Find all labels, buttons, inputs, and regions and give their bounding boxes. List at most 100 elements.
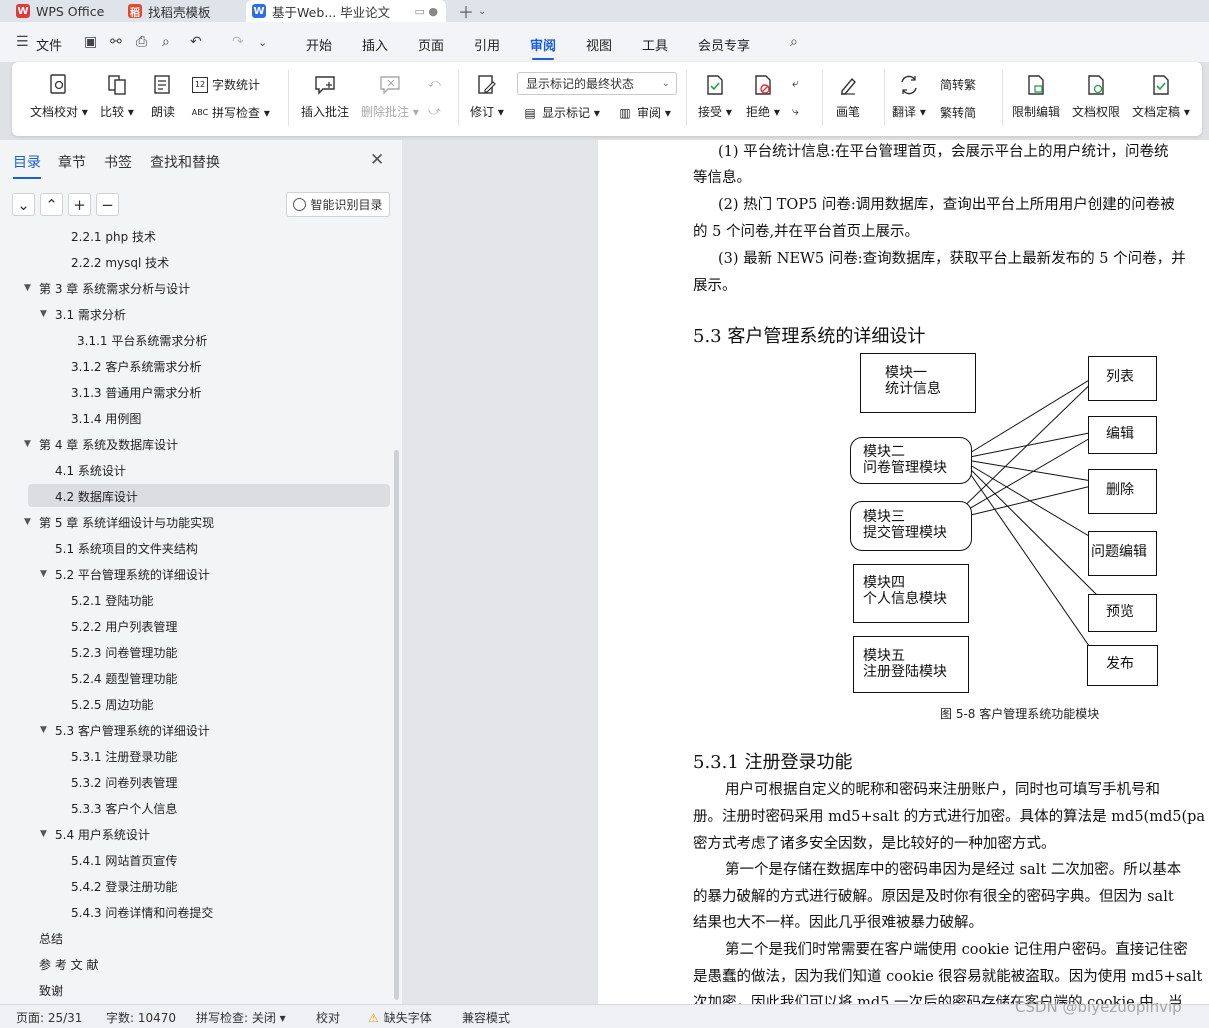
toc-item[interactable]: 3.1.2 客户系统需求分析 [71, 355, 201, 377]
expand-triangle-icon[interactable]: ▼ [24, 283, 31, 293]
accept-button[interactable]: 接受 ▾ [698, 72, 732, 120]
doc-finalize-button[interactable]: 文档定稿 ▾ [1132, 72, 1190, 120]
review-pane-button[interactable]: ▥ 审阅 ▾ [617, 104, 671, 121]
tab-template[interactable]: 稻 找稻壳模板 [122, 0, 240, 22]
toc-item[interactable]: 5.4.3 问卷详情和问卷提交 [71, 901, 213, 923]
to-traditional-button[interactable]: 简转繁 [940, 76, 976, 93]
toc-item[interactable]: 4.2 数据库设计 [55, 485, 138, 507]
search-icon[interactable]: ⌕ [790, 34, 798, 50]
toc-item[interactable]: ▼ 第 4 章 系统及数据库设计 [24, 433, 178, 455]
toc-item[interactable]: 3.1.3 普通用户需求分析 [71, 381, 201, 403]
spell-check-button[interactable]: ABC 拼写检查 ▾ [192, 104, 270, 121]
menu-file[interactable]: 文件 [36, 35, 62, 54]
toc-item[interactable]: 总结 [39, 927, 63, 949]
toc-item[interactable]: 5.2.3 问卷管理功能 [71, 641, 177, 663]
spell-check-status[interactable]: 拼写检查: 关闭 ▾ [196, 1009, 286, 1026]
insert-comment-button[interactable]: 插入批注 [301, 72, 349, 120]
toc-item[interactable]: ▼ 5.2 平台管理系统的详细设计 [40, 563, 210, 585]
show-markup-button[interactable]: ▤ 显示标记 ▾ [522, 104, 600, 121]
redo-icon[interactable]: ↷ [232, 34, 244, 50]
collapse-up-button[interactable]: ⌃ [40, 193, 63, 216]
to-simplified-button[interactable]: 繁转简 [940, 104, 976, 121]
toc-item[interactable]: ▼ 第 5 章 系统详细设计与功能实现 [24, 511, 214, 533]
restrict-edit-button[interactable]: 限制编辑 [1012, 72, 1060, 120]
menu-insert[interactable]: 插入 [362, 35, 388, 54]
tab-find-replace[interactable]: 查找和替换 [150, 152, 220, 172]
chevron-down-icon[interactable]: ⌄ [258, 36, 267, 49]
read-aloud-button[interactable]: 朗读 [151, 72, 175, 120]
tab-bookmarks[interactable]: 书签 [104, 152, 132, 172]
new-tab-button[interactable]: ＋ ⌄ [458, 0, 486, 22]
share-icon[interactable]: ⚯ [110, 34, 122, 50]
toc-item[interactable]: 5.2.4 题型管理功能 [71, 667, 177, 689]
next-change-icon[interactable]: ⤷ [792, 104, 799, 119]
expand-triangle-icon[interactable]: ▼ [40, 309, 47, 319]
hamburger-icon[interactable]: ☰ [16, 34, 29, 50]
proofread-button[interactable]: 文档校对 ▾ [30, 72, 88, 120]
menu-member[interactable]: 会员专享 [698, 35, 750, 54]
toc-item[interactable]: 5.3.3 客户个人信息 [71, 797, 177, 819]
prev-change-icon[interactable]: ⤶ [792, 76, 799, 91]
undo-icon[interactable]: ↶ [190, 34, 202, 50]
missing-font-status[interactable]: 缺失字体 [368, 1009, 432, 1026]
toc-item[interactable]: 5.2.1 登陆功能 [71, 589, 153, 611]
toc-item[interactable]: ▼ 5.4 用户系统设计 [40, 823, 150, 845]
toc-item[interactable]: 致谢 [39, 979, 63, 1001]
expand-triangle-icon[interactable]: ▼ [40, 725, 47, 735]
tab-wps-office[interactable]: W WPS Office [10, 0, 114, 22]
markup-state-select[interactable]: 显示标记的最终状态 ⌄ [517, 72, 677, 95]
word-count-status[interactable]: 字数: 10470 [106, 1009, 176, 1026]
translate-button[interactable]: 翻译 ▾ [892, 72, 926, 120]
toc-item[interactable]: 参 考 文 献 [39, 953, 98, 975]
menu-review[interactable]: 审阅 [530, 35, 556, 60]
document-page[interactable]: (1) 平台统计信息:在平台管理首页，会展示平台上的用户统计，问卷统 等信息。 … [598, 140, 1209, 1004]
toc-item[interactable]: 3.1.4 用例图 [71, 407, 141, 429]
toc-item[interactable]: 5.4.2 登录注册功能 [71, 875, 177, 897]
menu-home[interactable]: 开始 [306, 35, 332, 54]
add-heading-button[interactable]: + [68, 193, 91, 216]
tab-toc[interactable]: 目录 [13, 152, 41, 179]
expand-triangle-icon[interactable]: ▼ [24, 439, 31, 449]
toc-item[interactable]: 3.1.1 平台系统需求分析 [77, 329, 207, 351]
print-icon[interactable]: ⎙ [136, 34, 147, 50]
toc-item[interactable]: 5.3.1 注册登录功能 [71, 745, 177, 767]
tab-controls-icon[interactable]: ▭ ● [415, 5, 439, 18]
toc-item[interactable]: ▼ 5.3 客户管理系统的详细设计 [40, 719, 210, 741]
close-icon[interactable]: ✕ [370, 150, 384, 170]
toc-scrollbar[interactable] [394, 450, 399, 1000]
revise-button[interactable]: 修订 ▾ [470, 72, 504, 120]
toc-item[interactable]: 5.4.1 网站首页宣传 [71, 849, 177, 871]
expand-triangle-icon[interactable]: ▼ [24, 517, 31, 527]
toc-item[interactable]: 4.1 系统设计 [55, 459, 126, 481]
proof-status[interactable]: 校对 [316, 1009, 340, 1026]
next-comment-icon[interactable]: ⤻ [428, 104, 441, 119]
ink-button[interactable]: 画笔 [836, 72, 860, 120]
menu-page[interactable]: 页面 [418, 35, 444, 54]
menu-tools[interactable]: 工具 [642, 35, 668, 54]
expand-triangle-icon[interactable]: ▼ [40, 829, 47, 839]
compare-button[interactable]: 比较 ▾ [100, 72, 134, 120]
toc-item[interactable]: 2.2.1 php 技术 [71, 228, 156, 247]
expand-triangle-icon[interactable]: ▼ [40, 569, 47, 579]
reject-button[interactable]: 拒绝 ▾ [746, 72, 780, 120]
toc-item[interactable]: 5.2.2 用户列表管理 [71, 615, 177, 637]
tab-chapters[interactable]: 章节 [58, 152, 86, 172]
menu-reference[interactable]: 引用 [474, 35, 500, 54]
toc-item[interactable]: ▼ 3.1 需求分析 [40, 303, 126, 325]
word-count-button[interactable]: 12 字数统计 [192, 76, 260, 93]
toc-item[interactable]: 5.2.5 周边功能 [71, 693, 153, 715]
save-icon[interactable]: ▣ [84, 34, 97, 50]
print-preview-icon[interactable]: ⌕ [162, 34, 170, 50]
toc-item[interactable]: ▼ 第 3 章 系统需求分析与设计 [24, 277, 190, 299]
toc-item[interactable]: 2.2.2 mysql 技术 [71, 251, 169, 273]
doc-permission-button[interactable]: 文档权限 [1072, 72, 1120, 120]
tab-document[interactable]: W 基于Web... 毕业论文 ▭ ● [246, 0, 446, 22]
collapse-down-button[interactable]: ⌄ [12, 193, 35, 216]
smart-toc-button[interactable]: 智能识别目录 [286, 192, 390, 217]
toc-item[interactable]: 5.3.2 问卷列表管理 [71, 771, 177, 793]
toc-item[interactable]: 5.1 系统项目的文件夹结构 [55, 537, 198, 559]
page-indicator[interactable]: 页面: 25/31 [16, 1009, 82, 1026]
delete-comment-button[interactable]: 删除批注 ▾ [361, 72, 419, 120]
prev-comment-icon[interactable]: ⤺ [428, 76, 441, 91]
remove-heading-button[interactable]: − [96, 193, 119, 216]
